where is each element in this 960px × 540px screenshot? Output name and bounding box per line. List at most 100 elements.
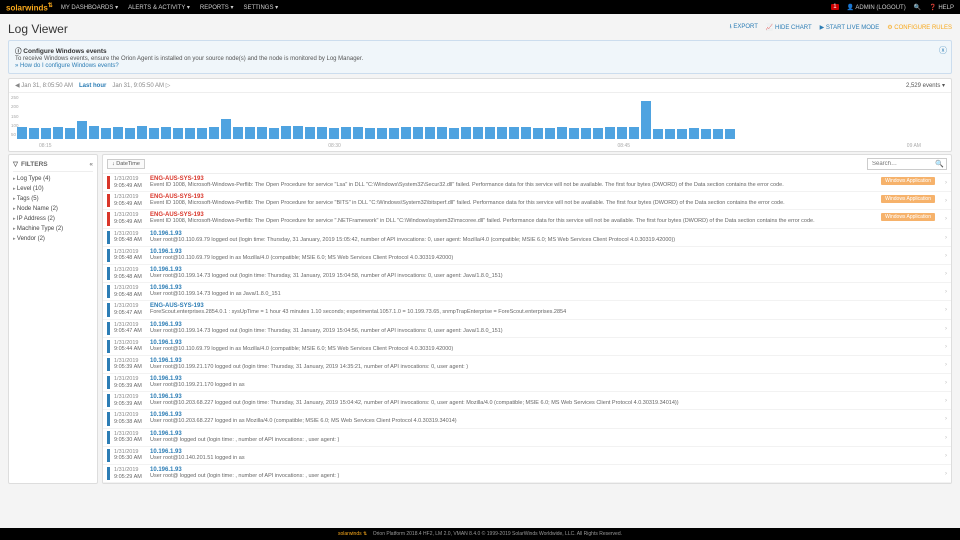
- chart-bar[interactable]: [389, 128, 399, 139]
- log-row[interactable]: 1/31/20199:05:49 AMENG-AUS-SYS-193Event …: [103, 174, 951, 192]
- expand-icon[interactable]: ›: [945, 435, 947, 441]
- nav-alerts[interactable]: ALERTS & ACTIVITY ▾: [128, 4, 190, 11]
- live-mode-button[interactable]: ▶ START LIVE MODE: [820, 24, 880, 31]
- log-row[interactable]: 1/31/20199:05:38 AM10.196.1.93User root@…: [103, 410, 951, 428]
- histogram-chart[interactable]: 25020015010050: [9, 93, 951, 143]
- chart-bar[interactable]: [545, 128, 555, 139]
- hide-chart-button[interactable]: 📈 HIDE CHART: [766, 24, 812, 31]
- chart-bar[interactable]: [101, 128, 111, 139]
- chart-bar[interactable]: [305, 127, 315, 139]
- chart-bar[interactable]: [293, 126, 303, 139]
- filter-item[interactable]: Node Name (2): [13, 204, 93, 214]
- configure-rules-button[interactable]: ⚙ CONFIGURE RULES: [887, 24, 952, 31]
- filter-item[interactable]: Tags (5): [13, 194, 93, 204]
- notification-badge[interactable]: 1: [831, 4, 838, 10]
- expand-icon[interactable]: ›: [945, 416, 947, 422]
- chart-bar[interactable]: [665, 129, 675, 139]
- log-row[interactable]: 1/31/20199:05:48 AM10.196.1.93User root@…: [103, 247, 951, 265]
- chart-bar[interactable]: [677, 129, 687, 139]
- search-icon[interactable]: 🔍: [914, 4, 921, 11]
- chart-bar[interactable]: [269, 128, 279, 139]
- sort-button[interactable]: ↓ DateTime: [107, 159, 145, 169]
- chart-bar[interactable]: [161, 127, 171, 139]
- log-row[interactable]: 1/31/20199:05:48 AM10.196.1.93User root@…: [103, 229, 951, 247]
- chart-bar[interactable]: [521, 127, 531, 139]
- chart-bar[interactable]: [701, 129, 711, 139]
- chart-bar[interactable]: [437, 127, 447, 139]
- chart-bar[interactable]: [209, 127, 219, 139]
- event-count[interactable]: 2,529 events ▾: [906, 82, 945, 89]
- collapse-filters-icon[interactable]: «: [89, 161, 93, 168]
- chart-bar[interactable]: [629, 127, 639, 139]
- chart-bar[interactable]: [41, 128, 51, 139]
- expand-icon[interactable]: ›: [945, 271, 947, 277]
- chart-bar[interactable]: [725, 129, 735, 139]
- log-row[interactable]: 1/31/20199:05:47 AMENG-AUS-SYS-193ForeSc…: [103, 301, 951, 319]
- filter-item[interactable]: IP Address (2): [13, 214, 93, 224]
- time-from[interactable]: ◀ Jan 31, 8:05:50 AM: [15, 82, 73, 89]
- search-icon[interactable]: 🔍: [935, 160, 944, 168]
- nav-reports[interactable]: REPORTS ▾: [200, 4, 234, 11]
- log-row[interactable]: 1/31/20199:05:44 AM10.196.1.93User root@…: [103, 338, 951, 356]
- log-row[interactable]: 1/31/20199:05:39 AM10.196.1.93User root@…: [103, 374, 951, 392]
- filter-item[interactable]: Vendor (2): [13, 234, 93, 244]
- chart-bar[interactable]: [341, 127, 351, 139]
- chart-bar[interactable]: [461, 127, 471, 139]
- log-row[interactable]: 1/31/20199:05:30 AM10.196.1.93User root@…: [103, 429, 951, 447]
- filter-item[interactable]: Machine Type (2): [13, 224, 93, 234]
- chart-bar[interactable]: [605, 127, 615, 139]
- chart-bar[interactable]: [329, 128, 339, 139]
- nav-dashboards[interactable]: MY DASHBOARDS ▾: [61, 4, 118, 11]
- log-row[interactable]: 1/31/20199:05:30 AM10.196.1.93User root@…: [103, 447, 951, 465]
- export-button[interactable]: ⭳ EXPORT: [730, 22, 758, 32]
- chart-bar[interactable]: [77, 121, 87, 139]
- chart-bar[interactable]: [353, 127, 363, 139]
- help-link[interactable]: ❓ HELP: [929, 4, 954, 11]
- nav-settings[interactable]: SETTINGS ▾: [243, 4, 278, 11]
- chart-bar[interactable]: [149, 128, 159, 139]
- chart-bar[interactable]: [497, 127, 507, 139]
- chart-bar[interactable]: [401, 127, 411, 139]
- chart-bar[interactable]: [125, 128, 135, 139]
- chart-bar[interactable]: [557, 127, 567, 139]
- chart-bar[interactable]: [137, 126, 147, 139]
- log-row[interactable]: 1/31/20199:05:48 AM10.196.1.93User root@…: [103, 283, 951, 301]
- filter-item[interactable]: Level (10): [13, 184, 93, 194]
- chart-bar[interactable]: [617, 127, 627, 139]
- chart-bar[interactable]: [89, 126, 99, 139]
- log-row[interactable]: 1/31/20199:05:49 AMENG-AUS-SYS-193Event …: [103, 210, 951, 228]
- log-row[interactable]: 1/31/20199:05:49 AMENG-AUS-SYS-193Event …: [103, 192, 951, 210]
- expand-icon[interactable]: ›: [945, 344, 947, 350]
- chart-bar[interactable]: [593, 128, 603, 139]
- chart-bar[interactable]: [641, 101, 651, 139]
- chart-bar[interactable]: [509, 127, 519, 139]
- expand-icon[interactable]: ›: [945, 289, 947, 295]
- chart-bar[interactable]: [713, 129, 723, 139]
- chart-bar[interactable]: [257, 127, 267, 139]
- chart-bar[interactable]: [221, 119, 231, 139]
- chart-bar[interactable]: [449, 128, 459, 139]
- chart-bar[interactable]: [281, 126, 291, 139]
- expand-icon[interactable]: ›: [945, 216, 947, 222]
- chart-bar[interactable]: [65, 128, 75, 139]
- expand-icon[interactable]: ›: [945, 398, 947, 404]
- chart-bar[interactable]: [533, 128, 543, 139]
- expand-icon[interactable]: ›: [945, 253, 947, 259]
- chart-bar[interactable]: [197, 128, 207, 139]
- expand-icon[interactable]: ›: [945, 471, 947, 477]
- chart-bar[interactable]: [29, 128, 39, 139]
- info-link[interactable]: » How do I configure Windows events?: [15, 63, 119, 69]
- expand-icon[interactable]: ›: [945, 235, 947, 241]
- log-row[interactable]: 1/31/20199:05:39 AM10.196.1.93User root@…: [103, 356, 951, 374]
- close-icon[interactable]: ⓧ: [939, 45, 947, 56]
- chart-bar[interactable]: [173, 128, 183, 139]
- chart-bar[interactable]: [113, 127, 123, 139]
- chart-bar[interactable]: [689, 128, 699, 139]
- chart-bar[interactable]: [653, 129, 663, 139]
- log-row[interactable]: 1/31/20199:05:47 AM10.196.1.93User root@…: [103, 320, 951, 338]
- chart-bar[interactable]: [377, 128, 387, 139]
- chart-bar[interactable]: [485, 127, 495, 139]
- expand-icon[interactable]: ›: [945, 307, 947, 313]
- chart-bar[interactable]: [245, 127, 255, 139]
- expand-icon[interactable]: ›: [945, 380, 947, 386]
